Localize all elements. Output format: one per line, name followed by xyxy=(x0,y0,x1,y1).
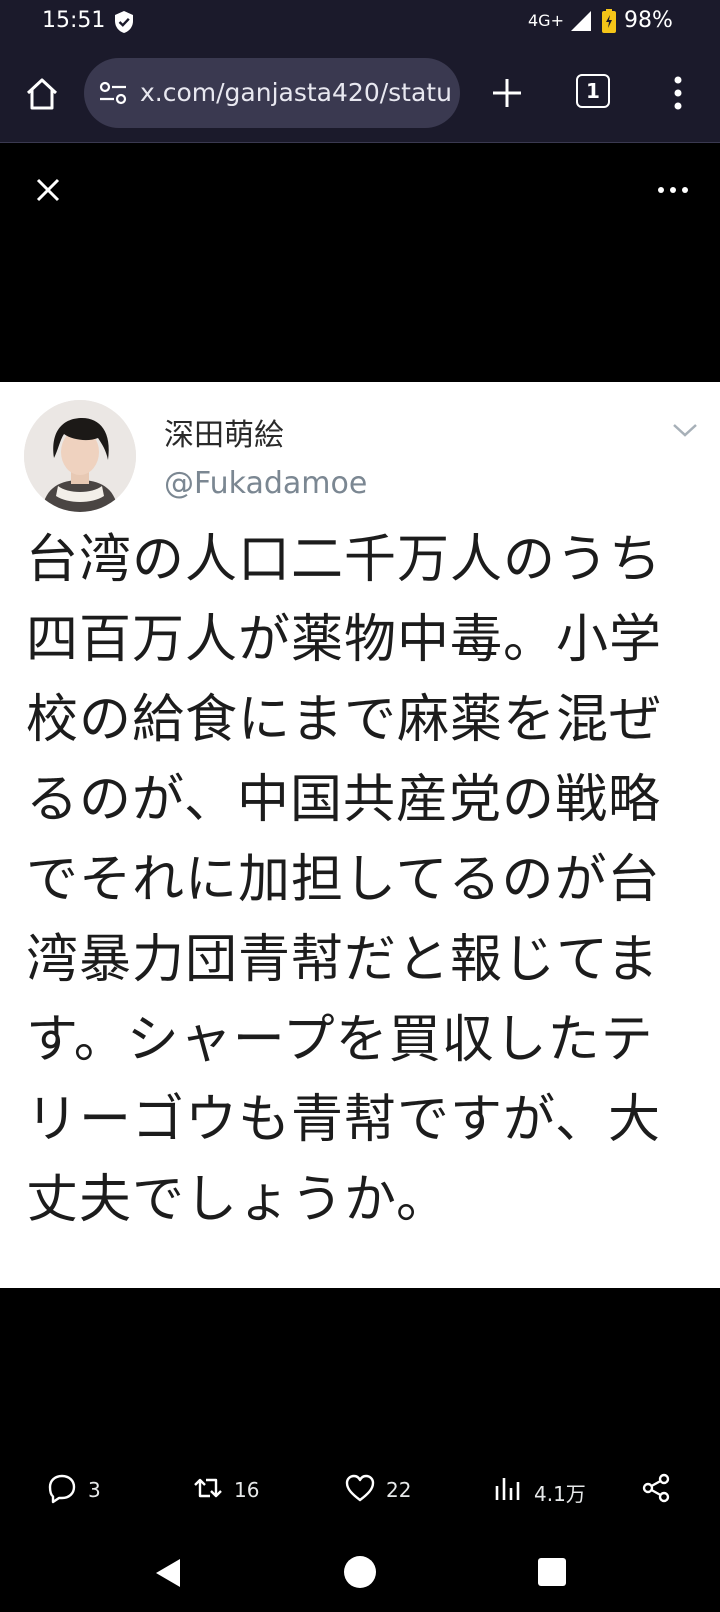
tweet-text-line: 四百万人が薬物中毒。小学 xyxy=(26,610,663,670)
status-time: 15:51 xyxy=(42,8,106,33)
reply-icon xyxy=(48,1474,76,1504)
heart-icon xyxy=(345,1474,375,1502)
home-icon[interactable] xyxy=(24,76,60,112)
more-horiz-icon[interactable] xyxy=(656,180,690,200)
battery-percent: 98% xyxy=(624,8,673,33)
chevron-down-icon xyxy=(673,424,697,437)
close-icon[interactable] xyxy=(34,176,62,204)
tweet-text-line: 湾暴力団青幇だと報じてま xyxy=(26,930,660,990)
action-bar: 3 16 22 4.1万 xyxy=(0,1460,720,1520)
url-text[interactable]: x.com/ganjasta420/statu xyxy=(140,78,450,107)
tweet-text-line: るのが、中国共産党の戦略 xyxy=(26,770,661,830)
battery-icon xyxy=(602,9,616,33)
tweet-text-line: リーゴウも青幇ですが、大 xyxy=(26,1090,661,1150)
home-circle-icon[interactable] xyxy=(344,1556,376,1588)
author-name: 深田萌絵 xyxy=(164,418,284,453)
tweet-text-line: す。シャープを買収したテ xyxy=(26,1010,654,1070)
address-bar[interactable]: x.com/ganjasta420/statu xyxy=(84,58,460,128)
repost-icon xyxy=(194,1478,222,1498)
network-type: 4G+ xyxy=(528,11,564,30)
tweet-text-line: 丈夫でしょうか。 xyxy=(26,1170,449,1230)
author-handle: @Fukadamoe xyxy=(164,466,368,501)
browser-toolbar: x.com/ganjasta420/statu 1 xyxy=(0,46,720,143)
views-count: 4.1万 xyxy=(534,1482,586,1506)
tweet-text-line: 台湾の人口二千万人のうち xyxy=(26,530,663,590)
avatar xyxy=(24,400,136,512)
back-icon[interactable] xyxy=(152,1556,184,1590)
status-bar: 15:51 4G+ 98% xyxy=(0,0,720,46)
tab-count: 1 xyxy=(576,74,610,108)
views-chart-icon xyxy=(495,1478,520,1500)
repost-count: 16 xyxy=(234,1478,260,1502)
tweet-text: 台湾の人口二千万人のうち 四百万人が薬物中毒。小学 校の給食にまで麻薬を混ぜ る… xyxy=(26,520,696,1240)
tab-switcher-button[interactable]: 1 xyxy=(576,74,610,108)
system-nav-bar xyxy=(0,1540,720,1612)
share-icon xyxy=(642,1473,670,1503)
recents-square-icon[interactable] xyxy=(538,1558,566,1586)
signal-icon xyxy=(571,11,591,31)
tweet-text-line: 校の給食にまで麻薬を混ぜ xyxy=(26,690,663,750)
tweet-image[interactable]: 深田萌絵 @Fukadamoe 台湾の人口二千万人のうち 四百万人が薬物中毒。小… xyxy=(0,382,720,1288)
site-settings-icon[interactable] xyxy=(98,80,128,106)
like-count: 22 xyxy=(386,1478,412,1502)
reply-count: 3 xyxy=(88,1478,101,1502)
shield-check-icon xyxy=(115,11,133,33)
new-tab-icon[interactable] xyxy=(490,76,524,110)
more-vert-icon[interactable] xyxy=(664,74,692,112)
tweet-text-line: でそれに加担してるのが台 xyxy=(26,850,661,910)
